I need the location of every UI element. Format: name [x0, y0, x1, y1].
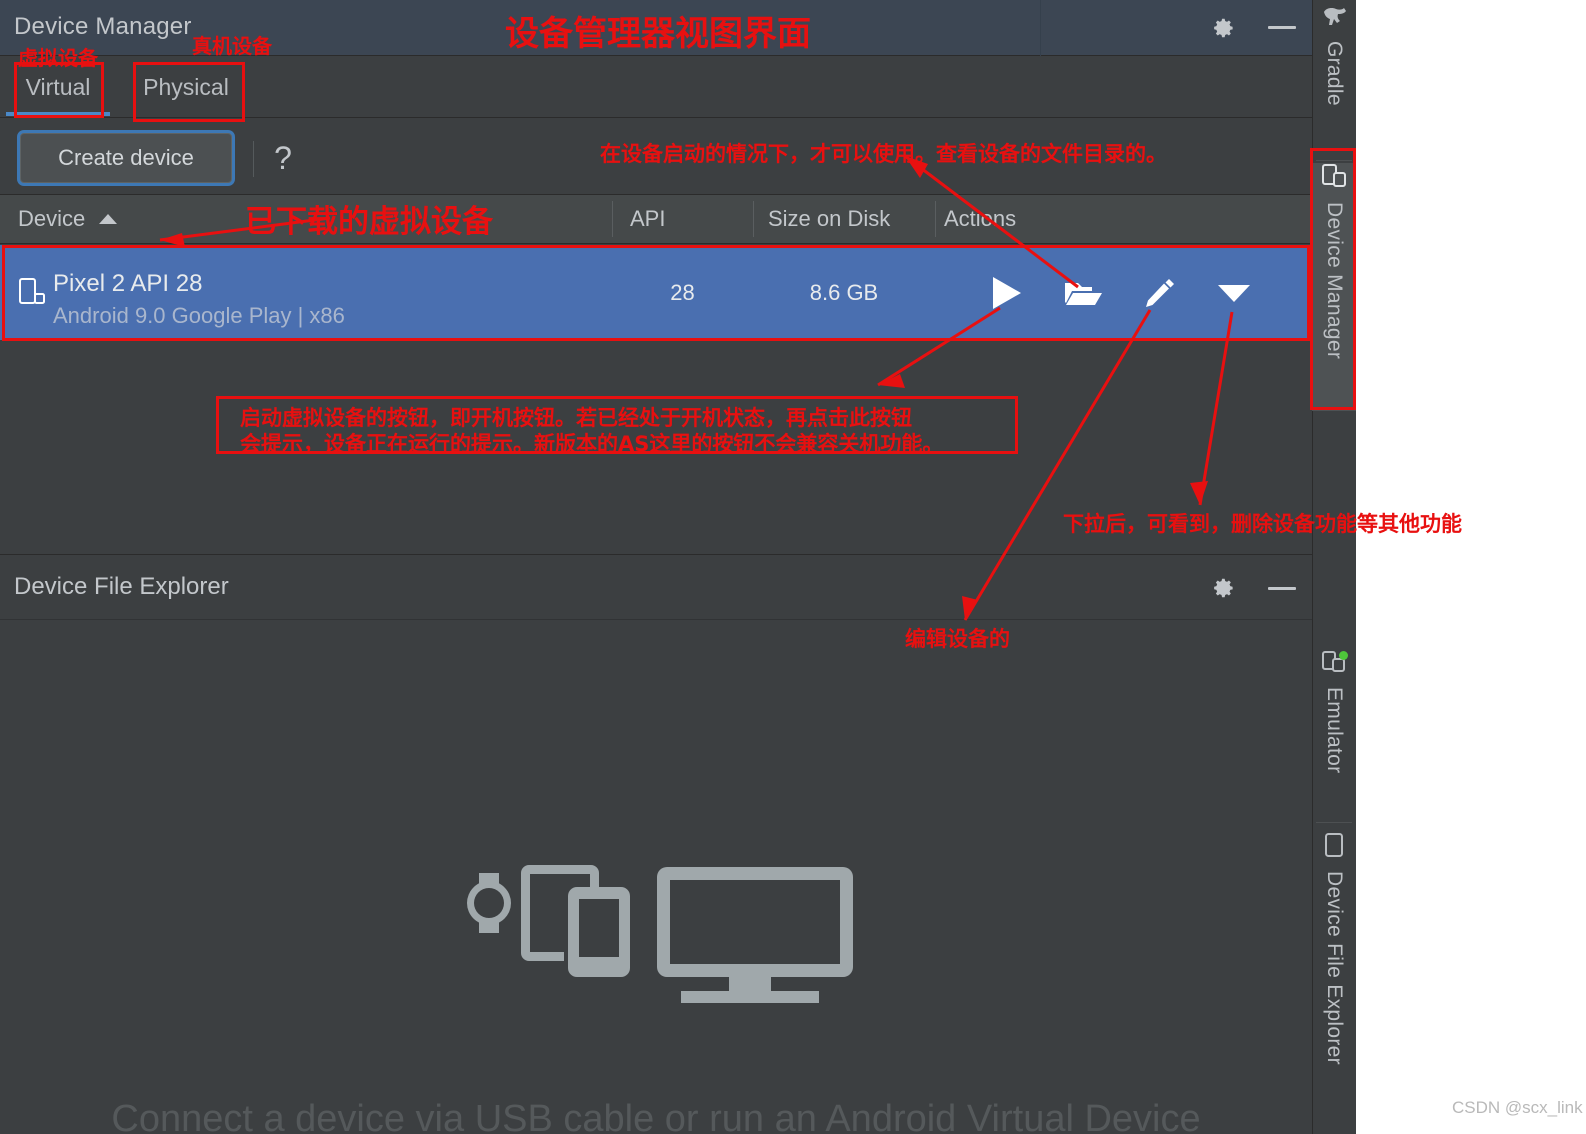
rail-divider [1316, 822, 1352, 823]
column-header-api[interactable]: API [630, 195, 665, 243]
tab-virtual[interactable]: Virtual [14, 56, 102, 118]
column-separator [935, 201, 936, 237]
play-icon[interactable] [968, 245, 1044, 340]
sidebar-item-emulator-label: Emulator [1323, 687, 1346, 774]
sidebar-item-gradle[interactable]: Gradle [1312, 6, 1356, 156]
device-file-explorer-icon [1323, 832, 1345, 863]
column-header-size-on-disk[interactable]: Size on Disk [768, 195, 890, 243]
column-header-device-label: Device [18, 206, 86, 231]
column-header-device[interactable]: Device [18, 195, 118, 243]
device-details: Android 9.0 Google Play | x86 [53, 303, 345, 328]
sort-ascending-icon [99, 214, 118, 224]
create-device-button[interactable]: Create device [20, 133, 232, 183]
devices-illustration [455, 865, 855, 1040]
folder-icon[interactable] [1045, 245, 1121, 340]
emulator-icon [1321, 650, 1348, 679]
device-file-explorer-title: Device File Explorer [14, 573, 229, 600]
device-name: Pixel 2 API 28 [53, 270, 203, 297]
empty-state-message: Connect a device via USB cable or run an… [111, 1098, 1201, 1134]
device-manager-header: Device Manager [0, 0, 1312, 56]
table-row[interactable]: Pixel 2 API 28 Android 9.0 Google Play |… [0, 245, 1312, 340]
virtual-device-icon [18, 277, 46, 309]
help-button[interactable]: ? [266, 137, 300, 179]
sidebar-item-device-manager[interactable]: Device Manager [1312, 163, 1356, 411]
watermark: CSDN @scx_link [1452, 1098, 1583, 1117]
pencil-icon[interactable] [1122, 245, 1198, 340]
device-manager-toolbar: Create device ? [0, 119, 1312, 195]
gear-icon[interactable] [1209, 14, 1237, 42]
sidebar-item-gradle-label: Gradle [1323, 41, 1346, 106]
emulator-status-dot [1339, 651, 1348, 660]
device-type-tabstrip: Virtual Physical [0, 56, 1312, 118]
screenshot-root: Device Manager Virtual Physical Create d… [0, 0, 1586, 1134]
tab-physical[interactable]: Physical [134, 56, 238, 118]
rail-divider [1316, 160, 1352, 161]
minimize-icon[interactable] [1268, 587, 1296, 590]
toolbar-separator [253, 141, 254, 177]
gradle-elephant-icon [1321, 6, 1347, 33]
device-manager-title: Device Manager [14, 13, 192, 40]
column-header-actions[interactable]: Actions [944, 195, 1016, 243]
sidebar-item-device-file-explorer-label: Device File Explorer [1323, 871, 1346, 1065]
ide-main-column: Device Manager Virtual Physical Create d… [0, 0, 1312, 1134]
device-manager-icon [1321, 163, 1347, 194]
device-size-on-disk: 8.6 GB [809, 279, 879, 305]
device-manager-empty-area [0, 340, 1312, 555]
device-table-header: Device API Size on Disk Actions [0, 195, 1312, 244]
gear-icon[interactable] [1209, 574, 1237, 602]
chevron-down-icon[interactable] [1196, 245, 1272, 340]
column-separator [753, 201, 754, 237]
page-gutter [1356, 0, 1586, 1134]
device-api-level: 28 [670, 279, 695, 305]
minimize-icon[interactable] [1268, 26, 1296, 29]
device-file-explorer-header: Device File Explorer [0, 556, 1312, 620]
header-divider [1040, 0, 1041, 56]
tab-active-underline [6, 112, 110, 116]
column-separator [612, 201, 613, 237]
sidebar-item-device-manager-label: Device Manager [1323, 202, 1346, 360]
sidebar-item-device-file-explorer[interactable]: Device File Explorer [1312, 832, 1356, 1132]
